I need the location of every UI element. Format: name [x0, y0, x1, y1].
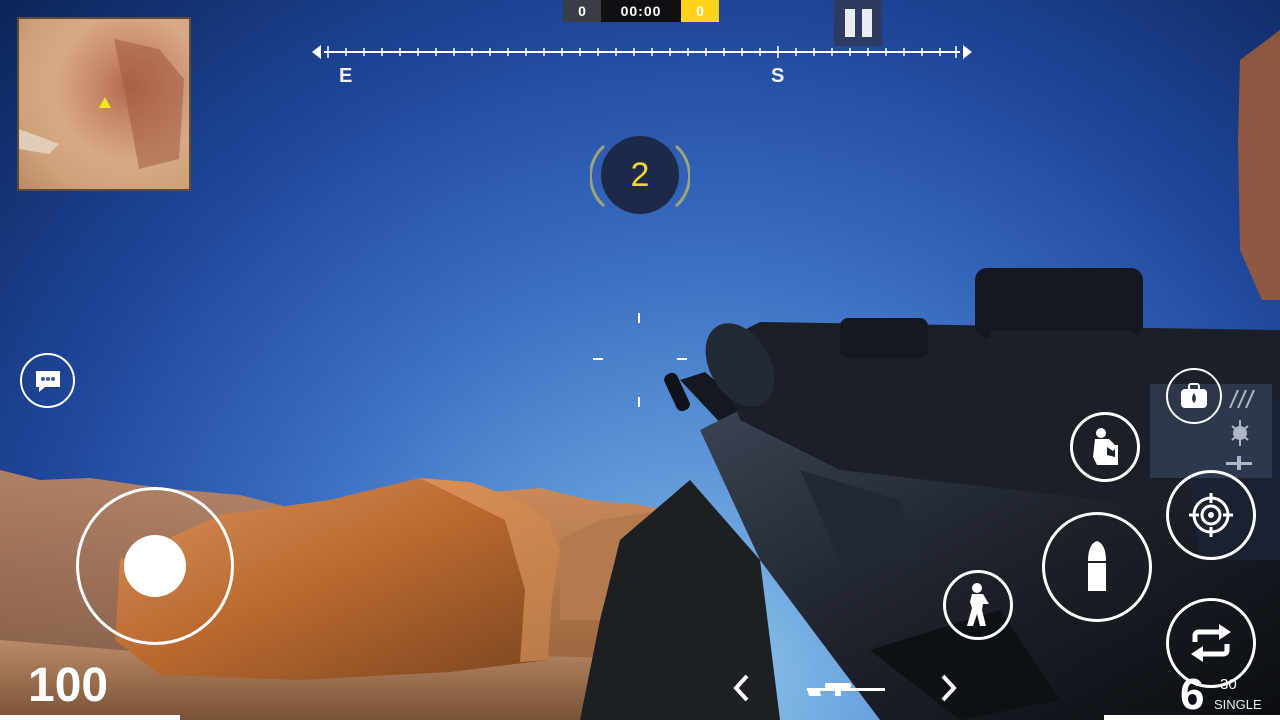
- crouch-button[interactable]: [1070, 412, 1140, 482]
- team-score-left: 0: [563, 0, 601, 22]
- movement-joystick[interactable]: [76, 487, 234, 645]
- medkit-button[interactable]: [1166, 368, 1222, 424]
- medkit-icon: [1181, 383, 1207, 408]
- health-bar: [0, 715, 180, 720]
- stand-icon: [967, 583, 989, 626]
- score-bar: 0 00:00 0: [563, 0, 719, 22]
- scope-icon: [1189, 493, 1233, 537]
- fire-button[interactable]: [1042, 512, 1152, 622]
- chevron-right-icon: [941, 674, 957, 702]
- crosshair-right: [677, 358, 687, 360]
- match-timer: 00:00: [601, 0, 681, 22]
- compass-east-label: E: [339, 65, 353, 87]
- team-score-right: 0: [681, 0, 719, 22]
- player-marker-icon: [99, 97, 111, 108]
- crosshair-top: [638, 313, 640, 323]
- crouch-icon: [1093, 428, 1118, 465]
- stand-button[interactable]: [943, 570, 1013, 640]
- fire-mode-label: SINGLE: [1214, 697, 1262, 712]
- chevron-left-icon: [733, 674, 749, 702]
- attachment-slot-icon: [1229, 389, 1255, 409]
- ammo-clip-count: 6: [1180, 670, 1205, 719]
- chat-bubble-icon: [35, 370, 60, 392]
- compass-bar: [312, 45, 972, 59]
- pause-icon: [844, 9, 855, 37]
- grenade-slot-icon: [1231, 420, 1249, 446]
- crosshair-bottom: [638, 397, 640, 407]
- sniper-rifle-icon: [807, 683, 885, 696]
- kill-counter: 2: [601, 136, 679, 214]
- ammo-bar: [1104, 715, 1280, 720]
- chat-button[interactable]: [20, 353, 75, 408]
- joystick-thumb[interactable]: [124, 535, 186, 597]
- minimap[interactable]: [17, 17, 191, 191]
- compass-south-label: S: [771, 65, 785, 87]
- scope-button[interactable]: [1166, 470, 1256, 560]
- crosshair-left: [593, 358, 603, 360]
- bullet-icon: [1088, 541, 1106, 591]
- prev-weapon-button[interactable]: [726, 668, 756, 708]
- health-value: 100: [28, 659, 109, 712]
- ammo-reserve-count: 30: [1220, 676, 1237, 693]
- reload-icon: [1191, 624, 1231, 662]
- drone-slot-icon: [1226, 456, 1252, 470]
- next-weapon-button[interactable]: [934, 668, 964, 708]
